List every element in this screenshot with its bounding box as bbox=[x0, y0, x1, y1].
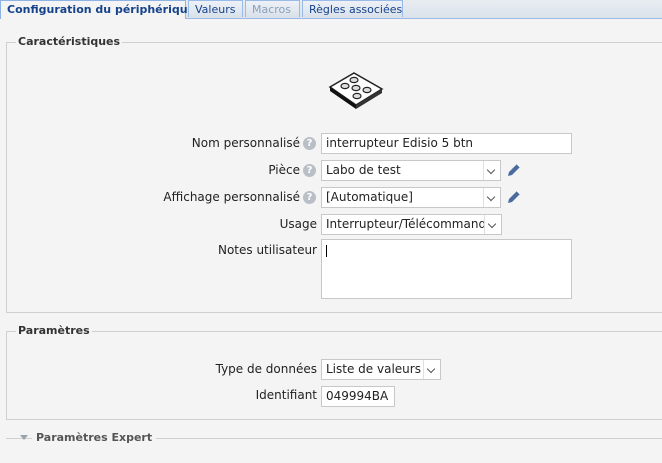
type-donnees-label: Type de données bbox=[215, 362, 317, 376]
affichage-select-value: [Automatique] bbox=[326, 190, 413, 204]
type-donnees-select[interactable]: Liste de valeurs bbox=[321, 359, 441, 380]
remote-5-button-icon bbox=[328, 72, 384, 109]
tab-macros: Macros bbox=[245, 0, 300, 17]
piece-label: Pièce bbox=[268, 163, 300, 177]
caracteristiques-legend: Caractéristiques bbox=[16, 35, 123, 49]
piece-select[interactable]: Labo de test bbox=[321, 160, 501, 181]
text-caret bbox=[326, 245, 327, 257]
affichage-label: Affichage personnalisé bbox=[163, 190, 300, 204]
identifiant-input[interactable]: 049994BA bbox=[321, 386, 395, 407]
piece-help-icon[interactable]: ? bbox=[303, 164, 316, 177]
nom-help-icon[interactable]: ? bbox=[303, 137, 316, 150]
usage-label: Usage bbox=[279, 217, 317, 231]
parametres-expert-section[interactable]: Paramètres Expert bbox=[6, 430, 662, 446]
parametres-legend: Paramètres bbox=[16, 324, 92, 338]
usage-select-value: Interrupteur/Télécommande bbox=[326, 217, 494, 231]
nom-label: Nom personnalisé bbox=[191, 136, 300, 150]
type-donnees-value: Liste de valeurs bbox=[326, 362, 421, 376]
chevron-down-icon[interactable] bbox=[483, 161, 500, 180]
notes-textarea[interactable] bbox=[321, 239, 572, 299]
piece-select-value: Labo de test bbox=[326, 163, 401, 177]
usage-select[interactable]: Interrupteur/Télécommande bbox=[321, 214, 502, 235]
tab-configuration[interactable]: Configuration du périphérique bbox=[0, 0, 195, 19]
expand-triangle-icon[interactable] bbox=[20, 435, 28, 440]
chevron-down-icon[interactable] bbox=[483, 188, 500, 207]
notes-label: Notes utilisateur bbox=[217, 243, 317, 257]
affichage-select[interactable]: [Automatique] bbox=[321, 187, 501, 208]
nom-input[interactable]: interrupteur Edisio 5 btn bbox=[321, 133, 572, 154]
tab-regles-associees[interactable]: Règles associées bbox=[302, 0, 403, 17]
chevron-down-icon[interactable] bbox=[484, 215, 501, 234]
affichage-help-icon[interactable]: ? bbox=[303, 191, 316, 204]
chevron-down-icon[interactable] bbox=[423, 360, 440, 379]
tab-bar: Configuration du périphérique Valeurs Ma… bbox=[0, 0, 662, 19]
pencil-icon[interactable] bbox=[506, 189, 522, 205]
parametres-expert-legend[interactable]: Paramètres Expert bbox=[32, 431, 157, 444]
pencil-icon[interactable] bbox=[506, 162, 522, 178]
tab-valeurs[interactable]: Valeurs bbox=[188, 0, 243, 17]
identifiant-label: Identifiant bbox=[255, 388, 317, 402]
